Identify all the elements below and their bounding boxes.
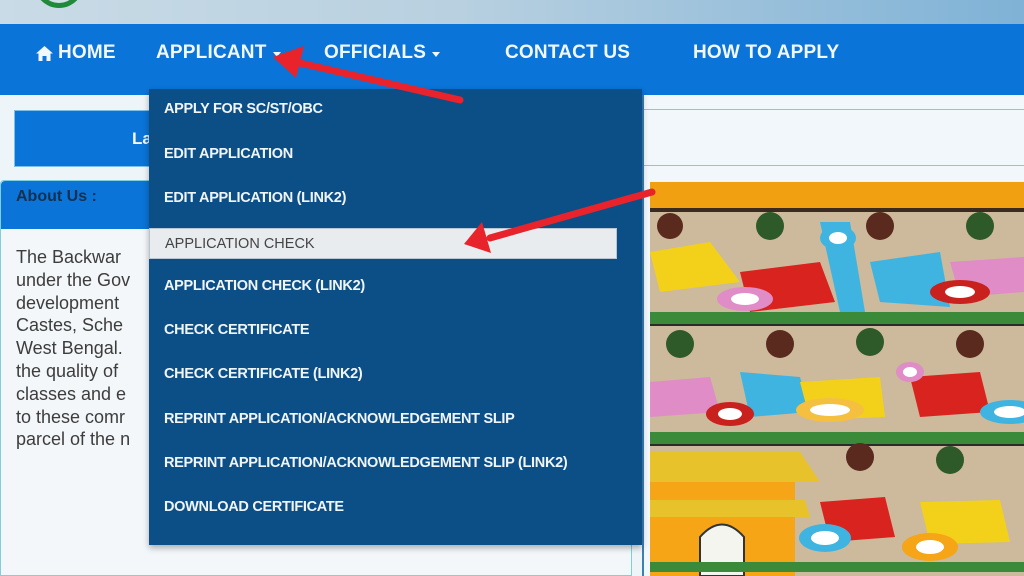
menu-item-label: CHECK CERTIFICATE (LINK2) [164, 366, 363, 382]
divider [644, 109, 1024, 110]
latest-news-button[interactable]: Late [14, 110, 167, 167]
nav-how-to-apply[interactable]: HOW TO APPLY [693, 42, 839, 64]
menu-item-label: DOWNLOAD CERTIFICATE [164, 499, 344, 515]
menu-item-label: EDIT APPLICATION [164, 146, 293, 162]
applicant-dropdown-menu: APPLY FOR SC/ST/OBC EDIT APPLICATION EDI… [149, 89, 642, 545]
menu-item-edit-application[interactable]: EDIT APPLICATION [149, 139, 617, 170]
nav-contact-us[interactable]: CONTACT US [505, 42, 630, 64]
nav-contact-us-label: CONTACT US [505, 42, 631, 63]
menu-item-application-check-link2[interactable]: APPLICATION CHECK (LINK2) [149, 271, 617, 302]
nav-home-label: HOME [58, 42, 116, 63]
menu-item-label: REPRINT APPLICATION/ACKNOWLEDGEMENT SLIP… [164, 455, 568, 471]
menu-item-label: APPLICATION CHECK (LINK2) [164, 278, 365, 294]
menu-item-download-certificate[interactable]: DOWNLOAD CERTIFICATE [149, 492, 617, 523]
nav-how-to-apply-label: HOW TO APPLY [693, 42, 840, 63]
right-panel-border [642, 181, 650, 576]
caret-down-icon [272, 51, 281, 57]
caret-down-icon [432, 51, 441, 57]
painting-illustration [650, 182, 1024, 576]
menu-item-reprint-slip[interactable]: REPRINT APPLICATION/ACKNOWLEDGEMENT SLIP [149, 404, 617, 435]
right-info-box [642, 95, 1024, 181]
menu-item-label: REPRINT APPLICATION/ACKNOWLEDGEMENT SLIP [164, 411, 515, 427]
folk-art-painting [650, 182, 1024, 576]
home-icon [36, 45, 53, 61]
nav-applicant-label: APPLICANT [156, 42, 267, 63]
menu-item-label: APPLICATION CHECK [165, 236, 315, 252]
nav-home[interactable]: HOME [36, 42, 116, 64]
emblem-logo [34, 0, 84, 8]
menu-item-check-certificate-link2[interactable]: CHECK CERTIFICATE (LINK2) [149, 359, 617, 390]
menu-item-reprint-slip-link2[interactable]: REPRINT APPLICATION/ACKNOWLEDGEMENT SLIP… [149, 448, 617, 479]
menu-item-application-check[interactable]: APPLICATION CHECK [149, 228, 617, 259]
nav-officials-label: OFFICIALS [324, 42, 427, 63]
divider [644, 165, 1024, 166]
menu-item-label: APPLY FOR SC/ST/OBC [164, 101, 323, 117]
nav-applicant[interactable]: APPLICANT [156, 42, 281, 64]
nav-officials[interactable]: OFFICIALS [324, 42, 441, 64]
menu-item-edit-application-link2[interactable]: EDIT APPLICATION (LINK2) [149, 183, 617, 214]
about-us-title: About Us : [16, 188, 97, 205]
menu-item-label: EDIT APPLICATION (LINK2) [164, 190, 347, 206]
header-banner [0, 0, 1024, 24]
menu-item-label: CHECK CERTIFICATE [164, 322, 310, 338]
main-navbar: HOME APPLICANT OFFICIALS CONTACT US HOW … [0, 24, 1024, 95]
menu-item-apply-sc-st-obc[interactable]: APPLY FOR SC/ST/OBC [149, 94, 617, 125]
menu-item-check-certificate[interactable]: CHECK CERTIFICATE [149, 315, 617, 346]
